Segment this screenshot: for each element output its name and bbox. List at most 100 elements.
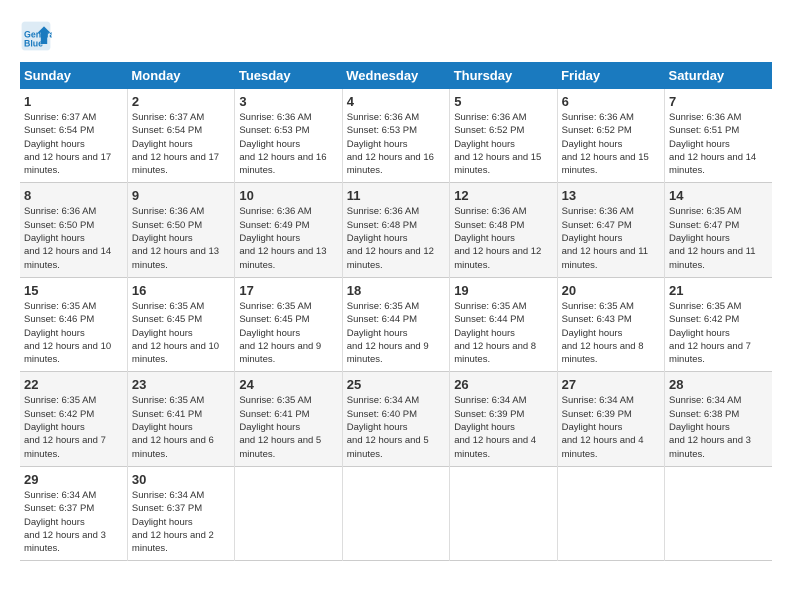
day-number: 12 [454,188,552,203]
calendar-cell: 8 Sunrise: 6:36 AMSunset: 6:50 PMDaylight… [20,183,127,277]
day-number: 1 [24,94,123,109]
day-number: 7 [669,94,768,109]
week-row-5: 29 Sunrise: 6:34 AMSunset: 6:37 PMDayligh… [20,466,772,560]
calendar-cell: 7Sunrise: 6:36 AMSunset: 6:51 PMDaylight… [665,89,772,183]
calendar-cell: 30Sunrise: 6:34 AMSunset: 6:37 PMDayligh… [127,466,234,560]
day-info: Sunrise: 6:35 AMSunset: 6:43 PMDaylight … [562,300,660,366]
day-info: Sunrise: 6:34 AMSunset: 6:39 PMDaylight … [454,394,552,460]
page-header: General Blue [20,20,772,52]
calendar-cell: 29 Sunrise: 6:34 AMSunset: 6:37 PMDayligh… [20,466,127,560]
calendar-cell: 20 Sunrise: 6:35 AMSunset: 6:43 PMDayligh… [557,277,664,371]
day-info: Sunrise: 6:35 AMSunset: 6:44 PMDaylight … [347,300,445,366]
day-info: Sunrise: 6:36 AMSunset: 6:50 PMDaylight … [132,205,230,271]
day-info: Sunrise: 6:36 AMSunset: 6:47 PMDaylight … [562,205,660,271]
calendar-cell: 3 Sunrise: 6:36 AMSunset: 6:53 PMDaylight… [235,89,342,183]
week-row-3: 15 Sunrise: 6:35 AMSunset: 6:46 PMDayligh… [20,277,772,371]
day-info: Sunrise: 6:35 AMSunset: 6:45 PMDaylight … [239,300,337,366]
day-info: Sunrise: 6:36 AMSunset: 6:50 PMDaylight … [24,205,123,271]
day-number: 8 [24,188,123,203]
day-number: 18 [347,283,445,298]
day-info: Sunrise: 6:34 AMSunset: 6:37 PMDaylight … [24,489,123,555]
day-info: Sunrise: 6:34 AMSunset: 6:40 PMDaylight … [347,394,445,460]
day-info: Sunrise: 6:34 AMSunset: 6:37 PMDaylight … [132,489,230,555]
day-info: Sunrise: 6:35 AMSunset: 6:41 PMDaylight … [132,394,230,460]
day-info: Sunrise: 6:34 AMSunset: 6:39 PMDaylight … [562,394,660,460]
week-row-2: 8 Sunrise: 6:36 AMSunset: 6:50 PMDaylight… [20,183,772,277]
col-header-wednesday: Wednesday [342,62,449,89]
day-number: 26 [454,377,552,392]
day-number: 28 [669,377,768,392]
calendar-cell: 22 Sunrise: 6:35 AMSunset: 6:42 PMDayligh… [20,372,127,466]
day-number: 4 [347,94,445,109]
calendar-cell: 4Sunrise: 6:36 AMSunset: 6:53 PMDaylight… [342,89,449,183]
day-info: Sunrise: 6:35 AMSunset: 6:41 PMDaylight … [239,394,337,460]
day-number: 23 [132,377,230,392]
day-info: Sunrise: 6:35 AMSunset: 6:44 PMDaylight … [454,300,552,366]
col-header-monday: Monday [127,62,234,89]
day-info: Sunrise: 6:36 AMSunset: 6:53 PMDaylight … [239,111,337,177]
col-header-saturday: Saturday [665,62,772,89]
calendar-cell: 5 Sunrise: 6:36 AMSunset: 6:52 PMDaylight… [450,89,557,183]
day-info: Sunrise: 6:36 AMSunset: 6:48 PMDaylight … [454,205,552,271]
day-info: Sunrise: 6:37 AMSunset: 6:54 PMDaylight … [132,111,230,177]
day-info: Sunrise: 6:36 AMSunset: 6:49 PMDaylight … [239,205,337,271]
day-number: 20 [562,283,660,298]
calendar-cell: 14 Sunrise: 6:35 AMSunset: 6:47 PMDayligh… [665,183,772,277]
day-number: 6 [562,94,660,109]
day-number: 16 [132,283,230,298]
calendar-cell: 15 Sunrise: 6:35 AMSunset: 6:46 PMDayligh… [20,277,127,371]
week-row-1: 1 Sunrise: 6:37 AMSunset: 6:54 PMDaylight… [20,89,772,183]
svg-text:Blue: Blue [24,38,43,48]
day-number: 21 [669,283,768,298]
day-number: 2 [132,94,230,109]
calendar-cell: 18 Sunrise: 6:35 AMSunset: 6:44 PMDayligh… [342,277,449,371]
calendar-cell: 11 Sunrise: 6:36 AMSunset: 6:48 PMDayligh… [342,183,449,277]
col-header-friday: Friday [557,62,664,89]
day-number: 27 [562,377,660,392]
day-number: 14 [669,188,768,203]
calendar-cell: 17 Sunrise: 6:35 AMSunset: 6:45 PMDayligh… [235,277,342,371]
calendar-cell [557,466,664,560]
calendar-cell: 25 Sunrise: 6:34 AMSunset: 6:40 PMDayligh… [342,372,449,466]
day-info: Sunrise: 6:35 AMSunset: 6:45 PMDaylight … [132,300,230,366]
day-info: Sunrise: 6:35 AMSunset: 6:46 PMDaylight … [24,300,123,366]
day-number: 24 [239,377,337,392]
logo-icon: General Blue [20,20,52,52]
week-row-4: 22 Sunrise: 6:35 AMSunset: 6:42 PMDayligh… [20,372,772,466]
day-info: Sunrise: 6:34 AMSunset: 6:38 PMDaylight … [669,394,768,460]
col-header-tuesday: Tuesday [235,62,342,89]
day-info: Sunrise: 6:37 AMSunset: 6:54 PMDaylight … [24,111,123,177]
day-info: Sunrise: 6:35 AMSunset: 6:42 PMDaylight … [669,300,768,366]
calendar-cell: 26 Sunrise: 6:34 AMSunset: 6:39 PMDayligh… [450,372,557,466]
col-header-thursday: Thursday [450,62,557,89]
calendar-cell: 9 Sunrise: 6:36 AMSunset: 6:50 PMDaylight… [127,183,234,277]
logo: General Blue [20,20,56,52]
day-number: 29 [24,472,123,487]
day-info: Sunrise: 6:35 AMSunset: 6:47 PMDaylight … [669,205,768,271]
day-number: 25 [347,377,445,392]
day-info: Sunrise: 6:35 AMSunset: 6:42 PMDaylight … [24,394,123,460]
calendar-cell: 13 Sunrise: 6:36 AMSunset: 6:47 PMDayligh… [557,183,664,277]
calendar-cell: 19Sunrise: 6:35 AMSunset: 6:44 PMDayligh… [450,277,557,371]
col-header-sunday: Sunday [20,62,127,89]
calendar-cell [450,466,557,560]
day-info: Sunrise: 6:36 AMSunset: 6:52 PMDaylight … [454,111,552,177]
calendar-cell [342,466,449,560]
day-number: 5 [454,94,552,109]
day-info: Sunrise: 6:36 AMSunset: 6:48 PMDaylight … [347,205,445,271]
calendar-cell: 12 Sunrise: 6:36 AMSunset: 6:48 PMDayligh… [450,183,557,277]
day-number: 22 [24,377,123,392]
day-number: 9 [132,188,230,203]
calendar-cell: 23 Sunrise: 6:35 AMSunset: 6:41 PMDayligh… [127,372,234,466]
calendar-cell: 1 Sunrise: 6:37 AMSunset: 6:54 PMDaylight… [20,89,127,183]
day-number: 13 [562,188,660,203]
calendar-cell [665,466,772,560]
calendar-cell: 2 Sunrise: 6:37 AMSunset: 6:54 PMDaylight… [127,89,234,183]
day-number: 11 [347,188,445,203]
day-number: 3 [239,94,337,109]
calendar-cell: 28 Sunrise: 6:34 AMSunset: 6:38 PMDayligh… [665,372,772,466]
day-number: 17 [239,283,337,298]
day-number: 15 [24,283,123,298]
calendar-cell: 10Sunrise: 6:36 AMSunset: 6:49 PMDayligh… [235,183,342,277]
day-info: Sunrise: 6:36 AMSunset: 6:52 PMDaylight … [562,111,660,177]
